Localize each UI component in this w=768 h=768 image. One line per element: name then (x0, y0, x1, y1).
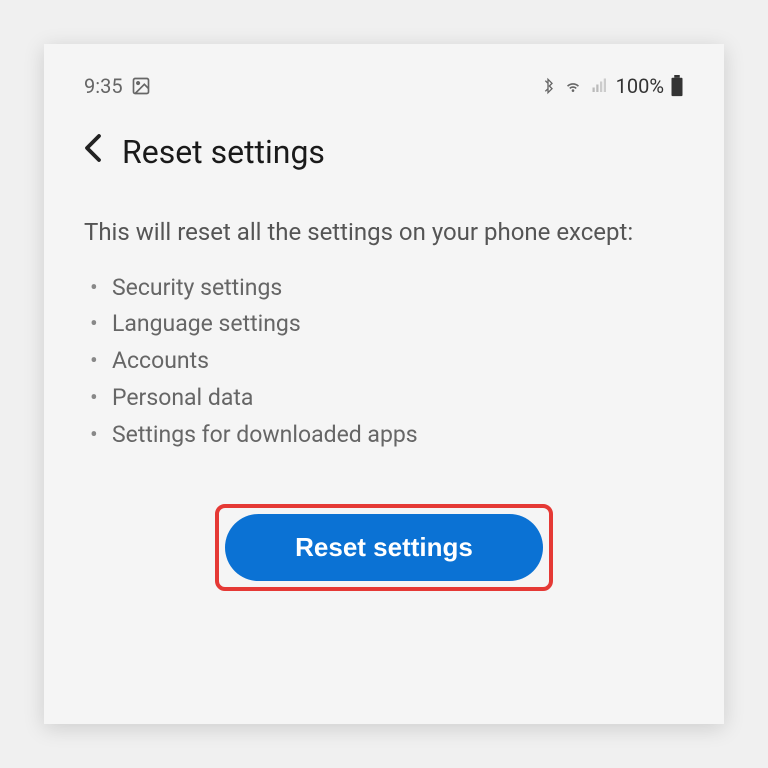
signal-icon (590, 77, 610, 95)
list-item: Accounts (112, 343, 684, 380)
reset-description: This will reset all the settings on your… (84, 216, 684, 250)
battery-icon (670, 75, 684, 97)
back-button[interactable] (84, 133, 102, 171)
highlight-annotation: Reset settings (215, 504, 553, 591)
list-item: Settings for downloaded apps (112, 417, 684, 454)
button-container: Reset settings (84, 504, 684, 591)
list-item: Personal data (112, 380, 684, 417)
page-title: Reset settings (122, 133, 325, 171)
status-bar-left: 9:35 (84, 74, 151, 98)
reset-settings-button[interactable]: Reset settings (225, 514, 543, 581)
bluetooth-icon (540, 76, 556, 96)
page-header: Reset settings (84, 133, 684, 171)
image-icon (131, 76, 151, 96)
status-bar: 9:35 (84, 74, 684, 98)
list-item: Language settings (112, 306, 684, 343)
status-bar-right: 100% (540, 74, 684, 98)
list-item: Security settings (112, 270, 684, 307)
wifi-icon (562, 77, 584, 95)
exception-list: Security settings Language settings Acco… (84, 270, 684, 454)
phone-screen: 9:35 (44, 44, 724, 724)
status-time: 9:35 (84, 74, 123, 98)
battery-percent: 100% (616, 74, 664, 98)
